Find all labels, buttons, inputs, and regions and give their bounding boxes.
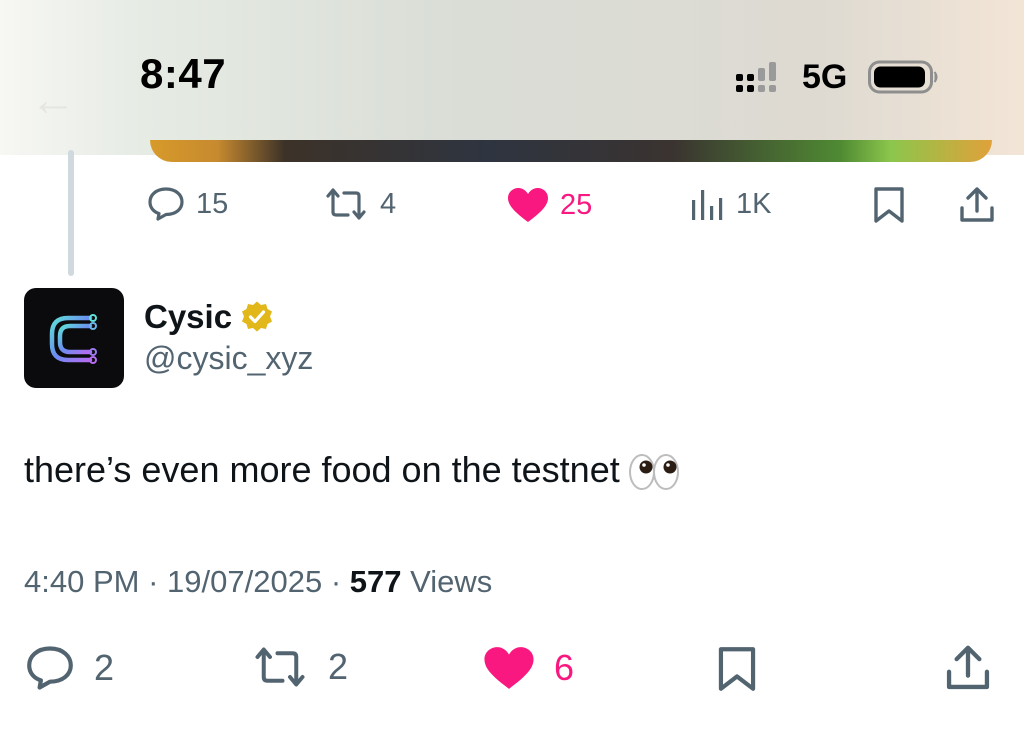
reply-button[interactable]: 2 xyxy=(24,644,114,692)
share-icon xyxy=(960,187,994,222)
like-count: 25 xyxy=(560,188,593,221)
post-views-count: 577 xyxy=(349,564,402,599)
post-text-content: there’s even more food on the testnet xyxy=(24,449,620,490)
like-icon xyxy=(484,647,534,689)
reply-button[interactable]: 15 xyxy=(146,186,228,222)
repost-button[interactable]: 4 xyxy=(322,186,396,222)
share-icon xyxy=(946,645,990,690)
verified-badge-icon xyxy=(242,301,272,332)
views-icon xyxy=(692,190,723,220)
post-time[interactable]: 4:40 PM xyxy=(24,564,139,599)
status-time: 8:47 xyxy=(140,50,227,97)
like-count: 6 xyxy=(554,647,575,688)
bookmark-icon xyxy=(874,187,904,223)
reply-count: 2 xyxy=(94,647,115,688)
like-button[interactable]: 6 xyxy=(482,644,574,692)
cellular-signal-icon xyxy=(736,62,776,92)
share-button[interactable] xyxy=(944,644,992,692)
repost-button[interactable]: 2 xyxy=(250,644,348,690)
post-views-label: Views xyxy=(410,564,493,599)
previous-post-image[interactable] xyxy=(150,140,992,162)
bookmark-button[interactable] xyxy=(872,186,906,224)
status-bar: ← 8:47 5G xyxy=(0,0,1024,155)
post-date[interactable]: 19/07/2025 xyxy=(167,564,322,599)
back-arrow-icon[interactable]: ← xyxy=(30,72,76,126)
post-detail-screen: ← 8:47 5G 15 4 25 1K Cysic @cysic_xyz th… xyxy=(0,0,1024,732)
network-type: 5G xyxy=(802,58,848,96)
like-icon xyxy=(508,188,548,222)
meta-separator: · xyxy=(148,564,159,599)
author-handle[interactable]: @cysic_xyz xyxy=(144,340,313,377)
repost-icon xyxy=(255,647,305,687)
reply-icon xyxy=(148,187,184,221)
bookmark-button[interactable] xyxy=(716,644,758,694)
meta-separator: · xyxy=(330,564,342,599)
share-button[interactable] xyxy=(958,186,996,224)
repost-count: 4 xyxy=(380,187,397,220)
author-display-name[interactable]: Cysic xyxy=(144,298,232,336)
bookmark-icon xyxy=(718,647,756,691)
post-meta: 4:40 PM · 19/07/2025 · 577 Views xyxy=(24,564,492,600)
cysic-logo-icon xyxy=(49,314,97,364)
eyes-emoji xyxy=(628,454,679,491)
thread-connector-line xyxy=(68,150,74,276)
battery-icon xyxy=(868,60,938,94)
like-button[interactable]: 25 xyxy=(506,186,592,224)
repost-count: 2 xyxy=(328,646,349,687)
repost-icon xyxy=(326,188,366,220)
views-button[interactable]: 1K xyxy=(690,186,771,222)
reply-count: 15 xyxy=(196,187,229,220)
views-count: 1K xyxy=(736,187,772,220)
author-avatar[interactable] xyxy=(24,288,124,388)
post-text: there’s even more food on the testnet xyxy=(24,449,680,492)
reply-icon xyxy=(27,646,73,690)
